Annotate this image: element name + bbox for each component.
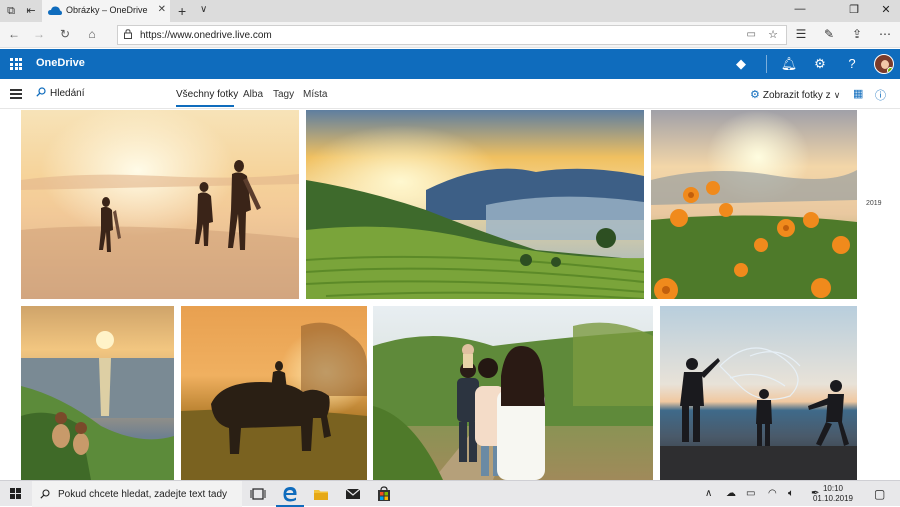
notifications-bell-icon[interactable]: 🔔︎ — [780, 56, 798, 72]
back-arrow-icon[interactable]: ← — [6, 27, 22, 41]
tab-albums[interactable]: Alba — [243, 89, 263, 100]
tab-close-icon[interactable]: ✕ — [158, 4, 166, 15]
search-icon — [36, 87, 46, 97]
action-center-icon[interactable]: ▢ — [874, 487, 885, 501]
view-gear-icon: ⚙ — [750, 89, 760, 101]
store-icon[interactable] — [376, 486, 392, 502]
more-options-icon[interactable]: ⋯ — [877, 27, 893, 41]
year-scrubber-label[interactable]: 2019 — [866, 200, 882, 207]
photo-beach-surfers[interactable] — [21, 110, 299, 299]
task-view-icon[interactable] — [250, 486, 266, 502]
onedrive-cloud-icon — [48, 6, 62, 15]
info-icon[interactable]: ⓘ — [875, 87, 886, 103]
photo-family-walking[interactable] — [373, 306, 653, 480]
mail-icon[interactable] — [345, 486, 361, 502]
photo-tea-plantation[interactable] — [306, 110, 644, 299]
address-bar-row: ← → ↻ ⌂ https://www.onedrive.live.com ▭ … — [0, 22, 900, 48]
layout-view-icon[interactable]: ▦ — [853, 87, 863, 100]
presence-status-icon — [887, 67, 893, 73]
favorites-hub-icon[interactable]: ☰ — [793, 27, 809, 41]
tab-preview-icon[interactable]: ⇤ — [24, 4, 38, 18]
search-button[interactable]: Hledání — [36, 87, 84, 99]
maximize-icon[interactable]: ❐ — [846, 3, 862, 16]
active-tab-indicator — [176, 105, 234, 107]
onedrive-brand[interactable]: OneDrive — [36, 57, 85, 69]
home-icon[interactable]: ⌂ — [84, 27, 100, 41]
photo-elephant-rider[interactable] — [181, 306, 367, 480]
tab-title: Obrázky – OneDrive — [66, 5, 148, 15]
taskbar-search-box[interactable]: Pokud chcete hledat, zadejte text tady — [32, 481, 242, 507]
wifi-icon[interactable]: ◠ — [768, 488, 777, 499]
windows-start-icon[interactable] — [10, 488, 22, 500]
browser-tab[interactable]: Obrázky – OneDrive ✕ — [42, 0, 170, 22]
clock-time: 10:10 — [822, 484, 844, 493]
lock-icon — [124, 29, 132, 39]
clock-date: 01.10.2019 — [812, 494, 854, 503]
system-clock[interactable]: 10:10 01.10.2019 — [808, 484, 858, 504]
view-label: Zobrazit fotky z — [762, 90, 831, 101]
photo-marigold-flowers[interactable] — [651, 110, 857, 299]
hamburger-menu-icon[interactable] — [10, 89, 22, 99]
taskbar-search-placeholder: Pokud chcete hledat, zadejte text tady — [58, 489, 227, 500]
browser-tab-bar: ⧉ ⇤ Obrázky – OneDrive ✕ + ∨ — ❐ ✕ — [0, 0, 900, 22]
close-window-icon[interactable]: ✕ — [878, 3, 894, 16]
header-divider — [766, 55, 767, 73]
new-tab-button[interactable]: + — [178, 3, 186, 19]
battery-icon[interactable]: ▭ — [746, 488, 755, 499]
refresh-icon[interactable]: ↻ — [57, 27, 73, 41]
volume-icon[interactable]: 🔈︎ — [788, 488, 794, 499]
tab-list-chevron-icon[interactable]: ∨ — [200, 4, 207, 15]
search-label: Hledání — [50, 88, 85, 99]
command-bar: Hledání Všechny fotky Alba Tagy Místa ⚙ Z… — [0, 79, 900, 109]
help-icon[interactable]: ? — [843, 56, 861, 71]
tab-places[interactable]: Místa — [303, 89, 327, 100]
minimize-icon[interactable]: — — [792, 3, 808, 15]
onedrive-header: OneDrive ◆ 🔔︎ ⚙ ? — [0, 49, 900, 79]
app-launcher-icon[interactable] — [10, 58, 22, 70]
taskbar-search-icon — [40, 489, 50, 499]
file-explorer-icon[interactable] — [313, 486, 329, 502]
view-photos-from-dropdown[interactable]: ⚙ Zobrazit fotky z ∨ — [750, 88, 840, 101]
tab-tags[interactable]: Tagy — [273, 89, 294, 100]
tray-overflow-chevron-icon[interactable]: ∧ — [705, 488, 712, 499]
tab-all-photos[interactable]: Všechny fotky — [176, 89, 238, 100]
premium-diamond-icon[interactable]: ◆ — [732, 56, 750, 72]
windows-taskbar: Pokud chcete hledat, zadejte text tady ∧… — [0, 480, 900, 507]
avatar[interactable] — [874, 54, 894, 74]
share-icon[interactable]: ⇪ — [849, 27, 865, 41]
edge-browser-icon[interactable] — [282, 486, 298, 502]
url-text: https://www.onedrive.live.com — [140, 30, 272, 41]
pen-notes-icon[interactable]: ✎ — [821, 27, 837, 41]
forward-arrow-icon[interactable]: → — [31, 27, 47, 41]
onedrive-tray-icon[interactable]: ☁ — [726, 488, 736, 499]
photo-sea-cliff-kids[interactable] — [21, 306, 174, 480]
chevron-down-icon: ∨ — [833, 90, 841, 100]
photo-bubbles-beach[interactable] — [660, 306, 857, 480]
address-field[interactable]: https://www.onedrive.live.com ▭ ☆ — [117, 25, 787, 45]
settings-gear-icon[interactable]: ⚙ — [811, 56, 829, 72]
favorite-star-icon[interactable]: ☆ — [768, 28, 778, 41]
reading-view-icon[interactable]: ▭ — [747, 29, 756, 40]
tab-actions-icon[interactable]: ⧉ — [4, 4, 18, 18]
